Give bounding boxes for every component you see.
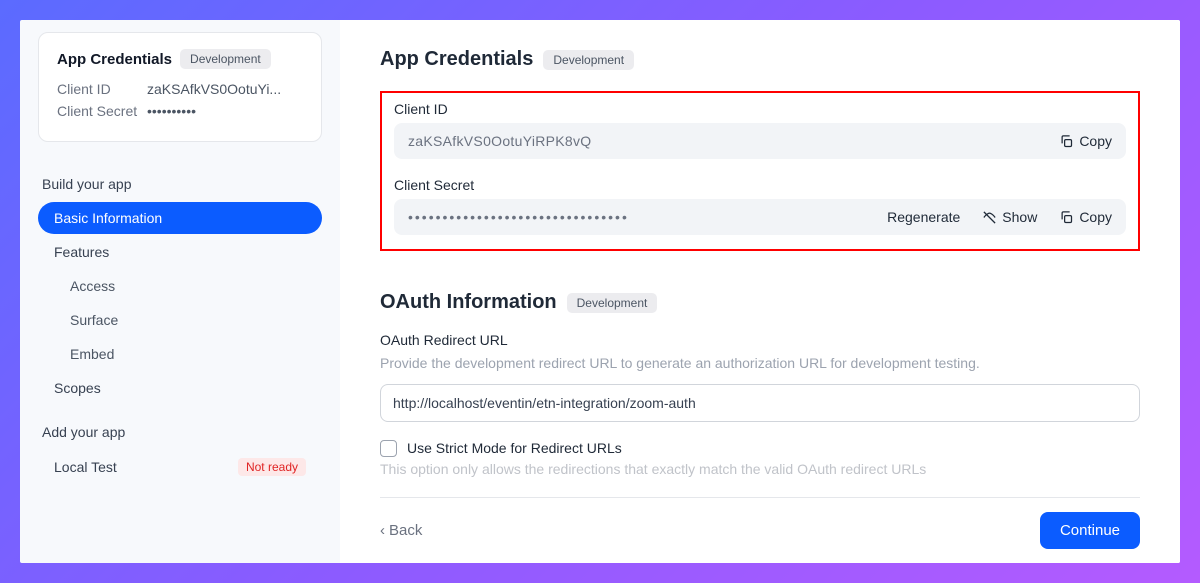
oauth-env-badge: Development <box>567 293 658 313</box>
add-section-title: Add your app <box>42 424 322 440</box>
nav-label: Surface <box>70 312 118 328</box>
nav-access[interactable]: Access <box>38 270 322 302</box>
redirect-url-input[interactable] <box>380 384 1140 422</box>
regenerate-button[interactable]: Regenerate <box>887 209 960 225</box>
nav-label: Local Test <box>54 459 117 475</box>
redirect-url-help: Provide the development redirect URL to … <box>380 354 1140 374</box>
copy-client-secret-button[interactable]: Copy <box>1059 209 1112 225</box>
credentials-section-header: App Credentials Development <box>380 48 1140 71</box>
nav-features[interactable]: Features <box>38 236 322 268</box>
back-button[interactable]: ‹ Back <box>380 522 422 539</box>
regenerate-label: Regenerate <box>887 209 960 225</box>
nav-basic-information[interactable]: Basic Information <box>38 202 322 234</box>
client-secret-field-label: Client Secret <box>394 177 1126 193</box>
client-id-field: zaKSAfkVS0OotuYiRPK8vQ Copy <box>394 123 1126 159</box>
not-ready-badge: Not ready <box>238 458 306 476</box>
back-label: Back <box>389 522 422 539</box>
client-id-actions: Copy <box>1059 133 1112 149</box>
nav-local-test[interactable]: Local Test Not ready <box>38 450 322 484</box>
build-nav-list: Basic Information Features Access Surfac… <box>38 202 322 406</box>
copy-client-id-button[interactable]: Copy <box>1059 133 1112 149</box>
client-secret-field: •••••••••••••••••••••••••••••••• Regener… <box>394 199 1126 235</box>
oauth-title: OAuth Information <box>380 291 557 314</box>
nav-label: Basic Information <box>54 210 162 226</box>
strict-mode-checkbox[interactable] <box>380 440 397 457</box>
client-id-label: Client ID <box>57 81 147 97</box>
card-title: App Credentials <box>57 51 172 68</box>
app-container: App Credentials Development Client ID za… <box>20 20 1180 563</box>
client-id-row: Client ID zaKSAfkVS0OotuYi... <box>57 81 303 97</box>
nav-surface[interactable]: Surface <box>38 304 322 336</box>
nav-label: Features <box>54 244 109 260</box>
client-secret-label: Client Secret <box>57 103 147 119</box>
client-id-value: zaKSAfkVS0OotuYi... <box>147 81 281 97</box>
continue-label: Continue <box>1060 522 1120 539</box>
strict-mode-label: Use Strict Mode for Redirect URLs <box>407 440 622 456</box>
show-label: Show <box>1002 209 1037 225</box>
client-secret-actions: Regenerate Show Copy <box>887 209 1112 225</box>
client-secret-row: Client Secret •••••••••• <box>57 103 303 119</box>
copy-icon <box>1059 210 1074 225</box>
client-id-field-label: Client ID <box>394 101 1126 117</box>
credentials-env-badge: Development <box>543 50 634 70</box>
credentials-title: App Credentials <box>380 48 533 71</box>
strict-mode-row: Use Strict Mode for Redirect URLs <box>380 440 1140 457</box>
add-nav-list: Local Test Not ready <box>38 450 322 486</box>
client-secret-value: •••••••••• <box>147 103 196 119</box>
eye-closed-icon <box>982 210 997 225</box>
continue-button[interactable]: Continue <box>1040 512 1140 549</box>
show-secret-button[interactable]: Show <box>982 209 1037 225</box>
nav-label: Embed <box>70 346 114 362</box>
env-badge: Development <box>180 49 271 69</box>
nav-embed[interactable]: Embed <box>38 338 322 370</box>
client-id-field-value: zaKSAfkVS0OotuYiRPK8vQ <box>408 133 592 149</box>
strict-mode-help: This option only allows the redirections… <box>380 461 1140 477</box>
build-section-title: Build your app <box>42 176 322 192</box>
redirect-url-label: OAuth Redirect URL <box>380 332 1140 348</box>
card-header: App Credentials Development <box>57 49 303 69</box>
oauth-section-header: OAuth Information Development <box>380 291 1140 314</box>
client-secret-field-value: •••••••••••••••••••••••••••••••• <box>408 209 629 225</box>
sidebar: App Credentials Development Client ID za… <box>20 20 340 563</box>
oauth-section: OAuth Information Development OAuth Redi… <box>380 291 1140 477</box>
credentials-highlight-box: Client ID zaKSAfkVS0OotuYiRPK8vQ Copy Cl… <box>380 91 1140 251</box>
chevron-left-icon: ‹ <box>380 522 385 539</box>
footer-bar: ‹ Back Continue <box>380 497 1140 563</box>
nav-label: Access <box>70 278 115 294</box>
nav-scopes[interactable]: Scopes <box>38 372 322 404</box>
main-content: App Credentials Development Client ID za… <box>340 20 1180 563</box>
copy-label: Copy <box>1079 133 1112 149</box>
nav-label: Scopes <box>54 380 101 396</box>
credentials-summary-card: App Credentials Development Client ID za… <box>38 32 322 142</box>
copy-icon <box>1059 134 1074 149</box>
copy-label: Copy <box>1079 209 1112 225</box>
